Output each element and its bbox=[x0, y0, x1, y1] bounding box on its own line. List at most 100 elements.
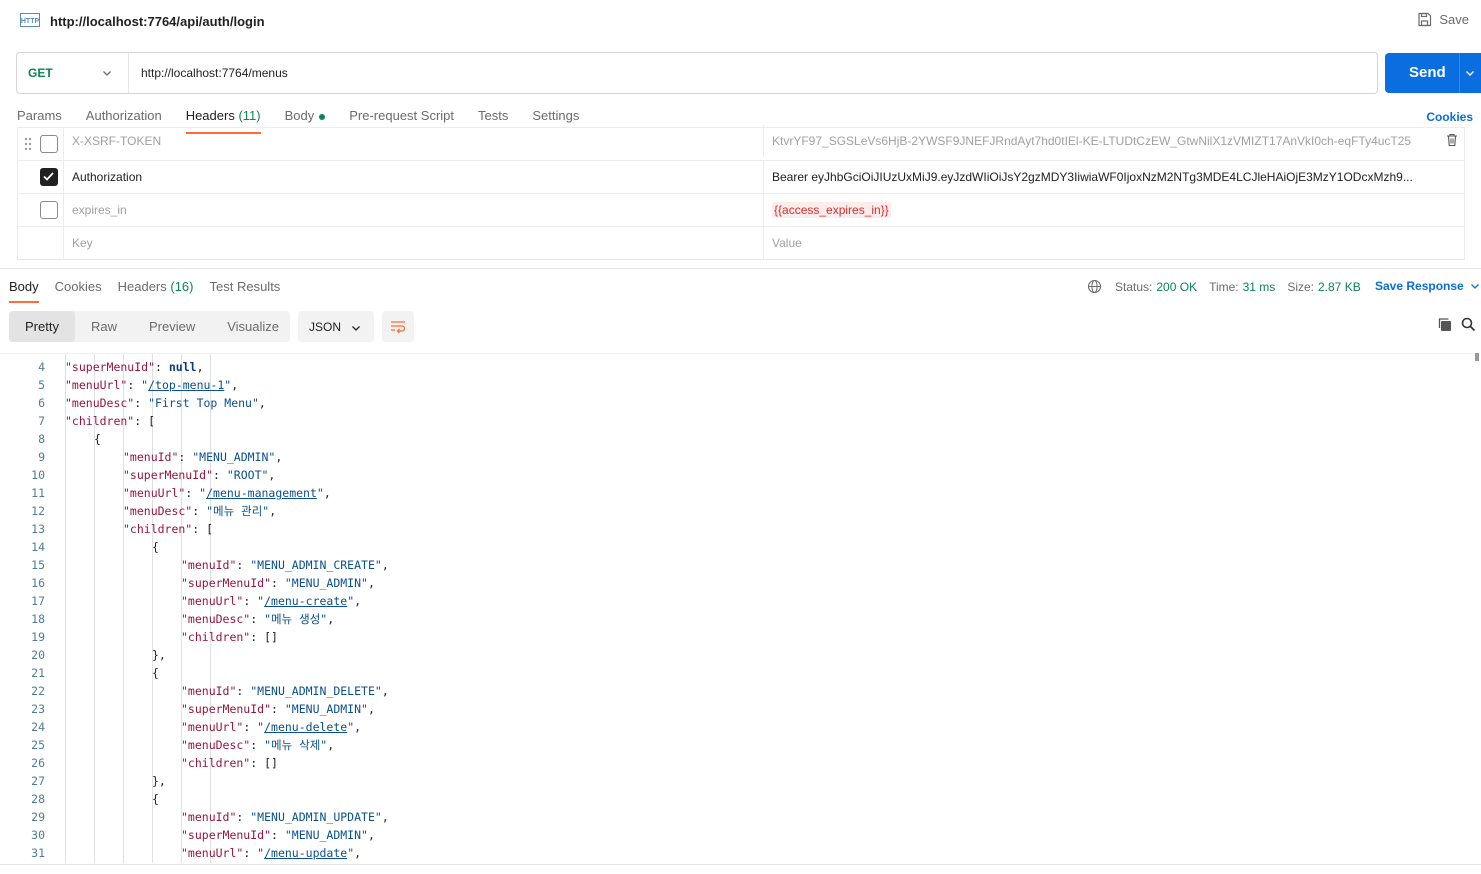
json-link[interactable]: /menu-create bbox=[264, 594, 347, 608]
header-key[interactable]: expires_in bbox=[64, 194, 764, 226]
json-token: : bbox=[243, 720, 258, 734]
json-token: "MENU_ADMIN" bbox=[192, 450, 276, 464]
tab-test-results[interactable]: Test Results bbox=[210, 279, 281, 301]
json-token: , bbox=[269, 504, 277, 518]
json-token: "MENU_ADMIN_UPDATE" bbox=[250, 810, 382, 824]
json-token: "menuDesc" bbox=[65, 396, 135, 410]
tab-response-body-label: Body bbox=[9, 279, 39, 294]
line-number: 6 bbox=[38, 396, 45, 410]
json-token: "menuDesc" bbox=[181, 738, 251, 752]
response-headers-count: (16) bbox=[170, 279, 194, 294]
header-row-select bbox=[18, 128, 64, 160]
header-value[interactable]: KtvrYF97_SGSLeVs6HjB-2YWSF9JNEFJRndAyt7h… bbox=[764, 125, 1424, 157]
code-line: 28 { bbox=[0, 790, 1470, 808]
tab-response-headers[interactable]: Headers (16) bbox=[118, 279, 194, 301]
header-value[interactable]: Bearer eyJhbGciOiJIUzUxMiJ9.eyJzdWIiOiJs… bbox=[764, 161, 1464, 193]
view-preview[interactable]: Preview bbox=[133, 311, 211, 342]
save-button[interactable]: Save bbox=[1417, 12, 1469, 27]
header-value[interactable]: {{access_expires_in}} bbox=[764, 194, 1464, 226]
search-icon[interactable] bbox=[1461, 317, 1476, 332]
code-text: "superMenuId": "MENU_ADMIN", bbox=[181, 826, 375, 844]
json-token: , bbox=[367, 576, 375, 590]
method-select[interactable]: GET bbox=[17, 53, 129, 93]
code-text: "children": [ bbox=[65, 412, 155, 430]
time-value: 31 ms bbox=[1242, 279, 1276, 294]
json-token: , bbox=[367, 702, 375, 716]
code-line: 16 "superMenuId": "MENU_ADMIN", bbox=[0, 574, 1470, 592]
header-key[interactable]: X-XSRF-TOKEN bbox=[64, 125, 764, 157]
wrap-lines-button[interactable] bbox=[382, 311, 414, 342]
tab-response-cookies[interactable]: Cookies bbox=[55, 279, 102, 301]
top-bar: HTTP http://localhost:7764/api/auth/logi… bbox=[0, 0, 1481, 44]
view-pretty[interactable]: Pretty bbox=[9, 311, 75, 342]
code-line: 14 { bbox=[0, 538, 1470, 556]
trash-icon[interactable] bbox=[1446, 133, 1458, 147]
save-response-button[interactable]: Save Response bbox=[1375, 279, 1480, 293]
time-label: Time: bbox=[1209, 279, 1239, 294]
view-visualize[interactable]: Visualize bbox=[211, 311, 295, 342]
variable-token: {{access_expires_in}} bbox=[772, 202, 891, 218]
json-token: "MENU_ADMIN" bbox=[284, 576, 368, 590]
globe-icon[interactable] bbox=[1087, 279, 1102, 294]
header-checkbox-checked[interactable] bbox=[40, 168, 58, 186]
response-tabs: Body Cookies Headers (16) Test Results bbox=[9, 279, 296, 303]
json-token: "menuUrl" bbox=[181, 846, 244, 860]
code-line: 6 "menuDesc": "First Top Menu", bbox=[0, 394, 1470, 412]
json-token: : bbox=[236, 684, 251, 698]
send-button[interactable]: Send bbox=[1385, 53, 1481, 93]
response-body-editor[interactable]: 4 "superMenuId": null, 5 "menuUrl": "/top-m… bbox=[0, 353, 1473, 863]
code-text: "superMenuId": "MENU_ADMIN", bbox=[181, 700, 375, 718]
header-key[interactable]: Authorization bbox=[64, 161, 764, 193]
line-number: 13 bbox=[31, 522, 45, 536]
code-line: 17 "menuUrl": "/menu-create", bbox=[0, 592, 1470, 610]
code-text: }, bbox=[152, 646, 166, 664]
code-text: { bbox=[94, 430, 101, 448]
json-token: : bbox=[243, 846, 258, 860]
code-line: 11 "menuUrl": "/menu-management", bbox=[0, 484, 1470, 502]
new-value-input[interactable]: Value bbox=[764, 227, 1464, 259]
json-link[interactable]: /top-menu-1 bbox=[148, 378, 224, 392]
code-text: "superMenuId": "MENU_ADMIN", bbox=[181, 574, 375, 592]
tab-response-body[interactable]: Body bbox=[9, 279, 39, 303]
json-token: "superMenuId" bbox=[181, 828, 272, 842]
scrollbar[interactable] bbox=[1474, 353, 1481, 863]
scroll-thumb[interactable] bbox=[1475, 353, 1479, 361]
request-tab-title[interactable]: http://localhost:7764/api/auth/login bbox=[50, 14, 265, 29]
cookies-link[interactable]: Cookies bbox=[1426, 110, 1473, 124]
code-text: { bbox=[152, 790, 159, 808]
header-row: X-XSRF-TOKEN KtvrYF97_SGSLeVs6HjB-2YWSF9… bbox=[17, 125, 1465, 160]
chevron-down-icon[interactable] bbox=[1465, 68, 1475, 78]
new-key-input[interactable]: Key bbox=[64, 227, 764, 259]
status-badge[interactable]: Status: 200 OK bbox=[1115, 280, 1197, 294]
header-checkbox[interactable] bbox=[40, 201, 58, 219]
code-line: 12 "menuDesc": "메뉴 관리", bbox=[0, 502, 1470, 520]
code-line: 5 "menuUrl": "/top-menu-1", bbox=[0, 376, 1470, 394]
header-checkbox[interactable] bbox=[40, 135, 58, 153]
json-token: "menuUrl" bbox=[123, 486, 186, 500]
format-select[interactable]: JSON bbox=[298, 311, 374, 342]
json-link[interactable]: /menu-management bbox=[206, 486, 317, 500]
drag-handle-icon[interactable] bbox=[24, 137, 32, 151]
json-token: "superMenuId" bbox=[181, 702, 272, 716]
size-badge[interactable]: Size: 2.87 KB bbox=[1287, 280, 1360, 294]
json-link[interactable]: /menu-update bbox=[264, 846, 347, 860]
line-number: 26 bbox=[31, 756, 45, 770]
code-line: 4 "superMenuId": null, bbox=[0, 358, 1470, 376]
json-token: , bbox=[268, 468, 276, 482]
view-raw[interactable]: Raw bbox=[75, 311, 133, 342]
copy-icon[interactable] bbox=[1437, 317, 1452, 332]
json-token: "MENU_ADMIN_DELETE" bbox=[250, 684, 382, 698]
json-token: "superMenuId" bbox=[65, 360, 156, 374]
status-value: 200 OK bbox=[1156, 279, 1198, 294]
code-text: "superMenuId": "ROOT", bbox=[123, 466, 275, 484]
format-label: JSON bbox=[309, 319, 342, 334]
code-text: "menuUrl": "/menu-update", bbox=[181, 844, 361, 862]
json-token: "superMenuId" bbox=[123, 468, 214, 482]
time-badge[interactable]: Time: 31 ms bbox=[1209, 280, 1275, 294]
url-input[interactable] bbox=[141, 53, 1341, 93]
status-strip bbox=[0, 864, 1481, 874]
json-token: "superMenuId" bbox=[181, 576, 272, 590]
tab-tests-label: Tests bbox=[478, 108, 509, 123]
json-link[interactable]: /menu-delete bbox=[264, 720, 347, 734]
tab-response-headers-label: Headers bbox=[117, 279, 167, 294]
